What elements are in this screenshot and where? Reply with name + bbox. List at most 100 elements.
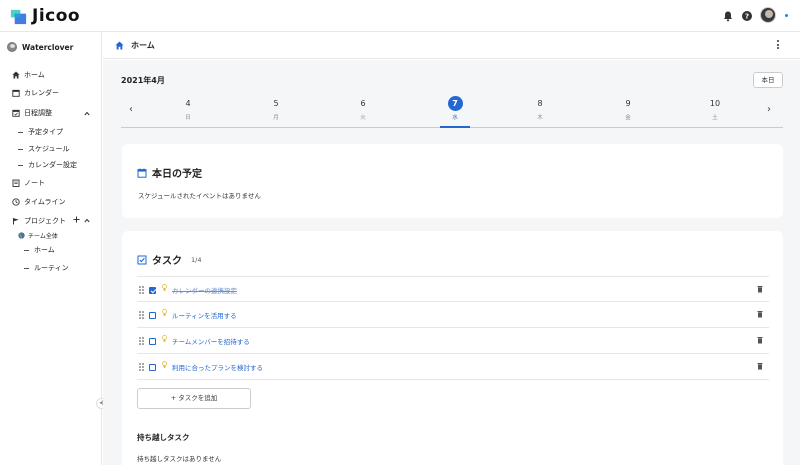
sidebar-item-schedules[interactable]: スケジュール [18, 144, 70, 154]
trash-icon[interactable] [757, 310, 763, 318]
today-schedule-card: 本日の予定 スケジュールされたイベントはありません [122, 144, 783, 218]
task-title[interactable]: チームメンバーを招待する [172, 336, 250, 346]
sidebar-item-label: チーム全体 [28, 233, 58, 240]
add-task-button[interactable]: + タスクを追加 [137, 388, 251, 409]
main-header: ホーム [103, 32, 800, 59]
account-menu-indicator[interactable] [785, 14, 788, 17]
sidebar-item-calendar[interactable]: カレンダー [12, 88, 59, 98]
sidebar-item-label: カレンダー [24, 89, 59, 97]
more-options-icon[interactable] [777, 40, 780, 50]
sidebar-item-scheduling[interactable]: 日程調整 [12, 108, 52, 118]
sidebar: Waterclover ホーム カレンダー 日程調整 予定タイプ スケジュール … [0, 32, 102, 465]
task-row[interactable]: チームメンバーを招待する [137, 328, 769, 354]
workspace-user-name: Waterclover [22, 42, 74, 52]
svg-text:?: ? [745, 13, 749, 21]
prev-week-button[interactable]: ‹ [129, 104, 133, 115]
sidebar-item-timeline[interactable]: タイムライン [12, 197, 66, 207]
chevron-up-icon[interactable] [84, 111, 90, 116]
no-events-text: スケジュールされたイベントはありません [138, 192, 261, 200]
today-schedule-title-text: 本日の予定 [152, 169, 202, 180]
add-project-icon[interactable] [73, 216, 80, 223]
day-cell-selected[interactable]: 7水 [440, 96, 470, 121]
trash-icon[interactable] [757, 285, 763, 293]
task-checkbox[interactable] [149, 364, 156, 371]
today-schedule-title: 本日の予定 [137, 165, 202, 180]
day-number: 6 [360, 99, 366, 108]
day-cell[interactable]: 4日 [173, 96, 203, 121]
selected-day-indicator [440, 126, 470, 128]
today-button[interactable]: 本日 [753, 72, 783, 88]
week-strip: ‹ 4日 5月 6火 7水 8木 9金 10 土 › [121, 96, 783, 128]
lightbulb-icon [162, 309, 167, 316]
day-number: 10 [709, 99, 721, 108]
task-row[interactable]: カレンダーの連携設定 [137, 276, 769, 302]
sidebar-item-home[interactable]: ホーム [12, 70, 45, 80]
day-cell[interactable]: 6火 [348, 96, 378, 121]
day-number: 5 [273, 99, 279, 108]
sidebar-item-label: ルーティン [34, 264, 69, 272]
home-icon [12, 71, 20, 79]
day-of-week: 金 [625, 115, 631, 121]
day-number: 9 [625, 99, 631, 108]
task-checkbox[interactable] [149, 312, 156, 319]
sidebar-item-projects[interactable]: プロジェクト [12, 216, 66, 226]
top-bar: Jicoo ? [0, 0, 800, 32]
day-of-week: 土 [712, 115, 718, 121]
sidebar-item-team-home[interactable]: ホーム [24, 245, 55, 255]
user-avatar[interactable] [760, 7, 776, 23]
day-of-week: 月 [273, 115, 279, 121]
task-row[interactable]: 利用に合ったプランを検討する [137, 354, 769, 380]
sidebar-item-event-types[interactable]: 予定タイプ [18, 127, 63, 137]
timeline-icon [12, 198, 20, 206]
day-number: 4 [185, 99, 191, 108]
drag-handle-icon[interactable] [139, 363, 145, 371]
globe-icon [18, 232, 25, 239]
next-week-button[interactable]: › [767, 104, 771, 115]
sidebar-item-label: プロジェクト [24, 217, 66, 225]
main-content: 2021年4月 本日 ‹ 4日 5月 6火 7水 8木 9金 10 土 › 本日の… [103, 60, 800, 465]
task-row[interactable]: ルーティンを活用する [137, 302, 769, 328]
home-icon [115, 41, 124, 50]
help-icon[interactable]: ? [741, 10, 753, 22]
day-cell[interactable]: 10 土 [700, 96, 730, 121]
day-cell[interactable]: 5月 [261, 96, 291, 121]
schedule-icon [12, 109, 20, 117]
trash-icon[interactable] [757, 336, 763, 344]
task-title[interactable]: ルーティンを活用する [172, 310, 237, 320]
sidebar-item-notes[interactable]: ノート [12, 178, 45, 188]
day-cell[interactable]: 8木 [525, 96, 555, 121]
logo-mark-icon [10, 9, 27, 24]
task-title[interactable]: カレンダーの連携設定 [172, 285, 237, 295]
sidebar-item-label: 日程調整 [24, 109, 52, 117]
sidebar-item-label: ノート [24, 179, 45, 187]
task-title[interactable]: 利用に合ったプランを検討する [172, 362, 263, 372]
task-count: 1/4 [191, 255, 202, 264]
drag-handle-icon[interactable] [139, 286, 145, 294]
calendar-icon [12, 89, 20, 97]
sidebar-item-label: カレンダー設定 [28, 161, 77, 169]
day-cell[interactable]: 9金 [613, 96, 643, 121]
calendar-icon [137, 168, 147, 178]
sidebar-item-calendar-settings[interactable]: カレンダー設定 [18, 160, 77, 170]
drag-handle-icon[interactable] [139, 311, 145, 319]
task-checkbox[interactable] [149, 338, 156, 345]
day-of-week: 日 [185, 115, 191, 121]
sidebar-item-team-all[interactable]: チーム全体 [18, 231, 58, 240]
day-number: 7 [447, 96, 463, 111]
checkbox-icon [137, 255, 147, 264]
chevron-up-icon[interactable] [84, 218, 90, 223]
drag-handle-icon[interactable] [139, 337, 145, 345]
task-checkbox[interactable] [149, 287, 156, 294]
workspace-user[interactable]: Waterclover [7, 42, 73, 52]
bell-icon[interactable] [722, 10, 734, 22]
app-logo[interactable]: Jicoo [9, 6, 80, 26]
sidebar-item-label: ホーム [34, 246, 55, 254]
sidebar-item-routine[interactable]: ルーティン [24, 263, 69, 273]
sidebar-item-label: 予定タイプ [28, 128, 63, 136]
trash-icon[interactable] [757, 362, 763, 370]
tasks-title: タスク 1/4 [137, 252, 201, 267]
day-of-week: 木 [537, 115, 543, 121]
day-number: 8 [537, 99, 543, 108]
no-carryover-text: 持ち越しタスクはありません [137, 455, 222, 463]
carryover-tasks-title: 持ち越しタスク [137, 433, 190, 442]
